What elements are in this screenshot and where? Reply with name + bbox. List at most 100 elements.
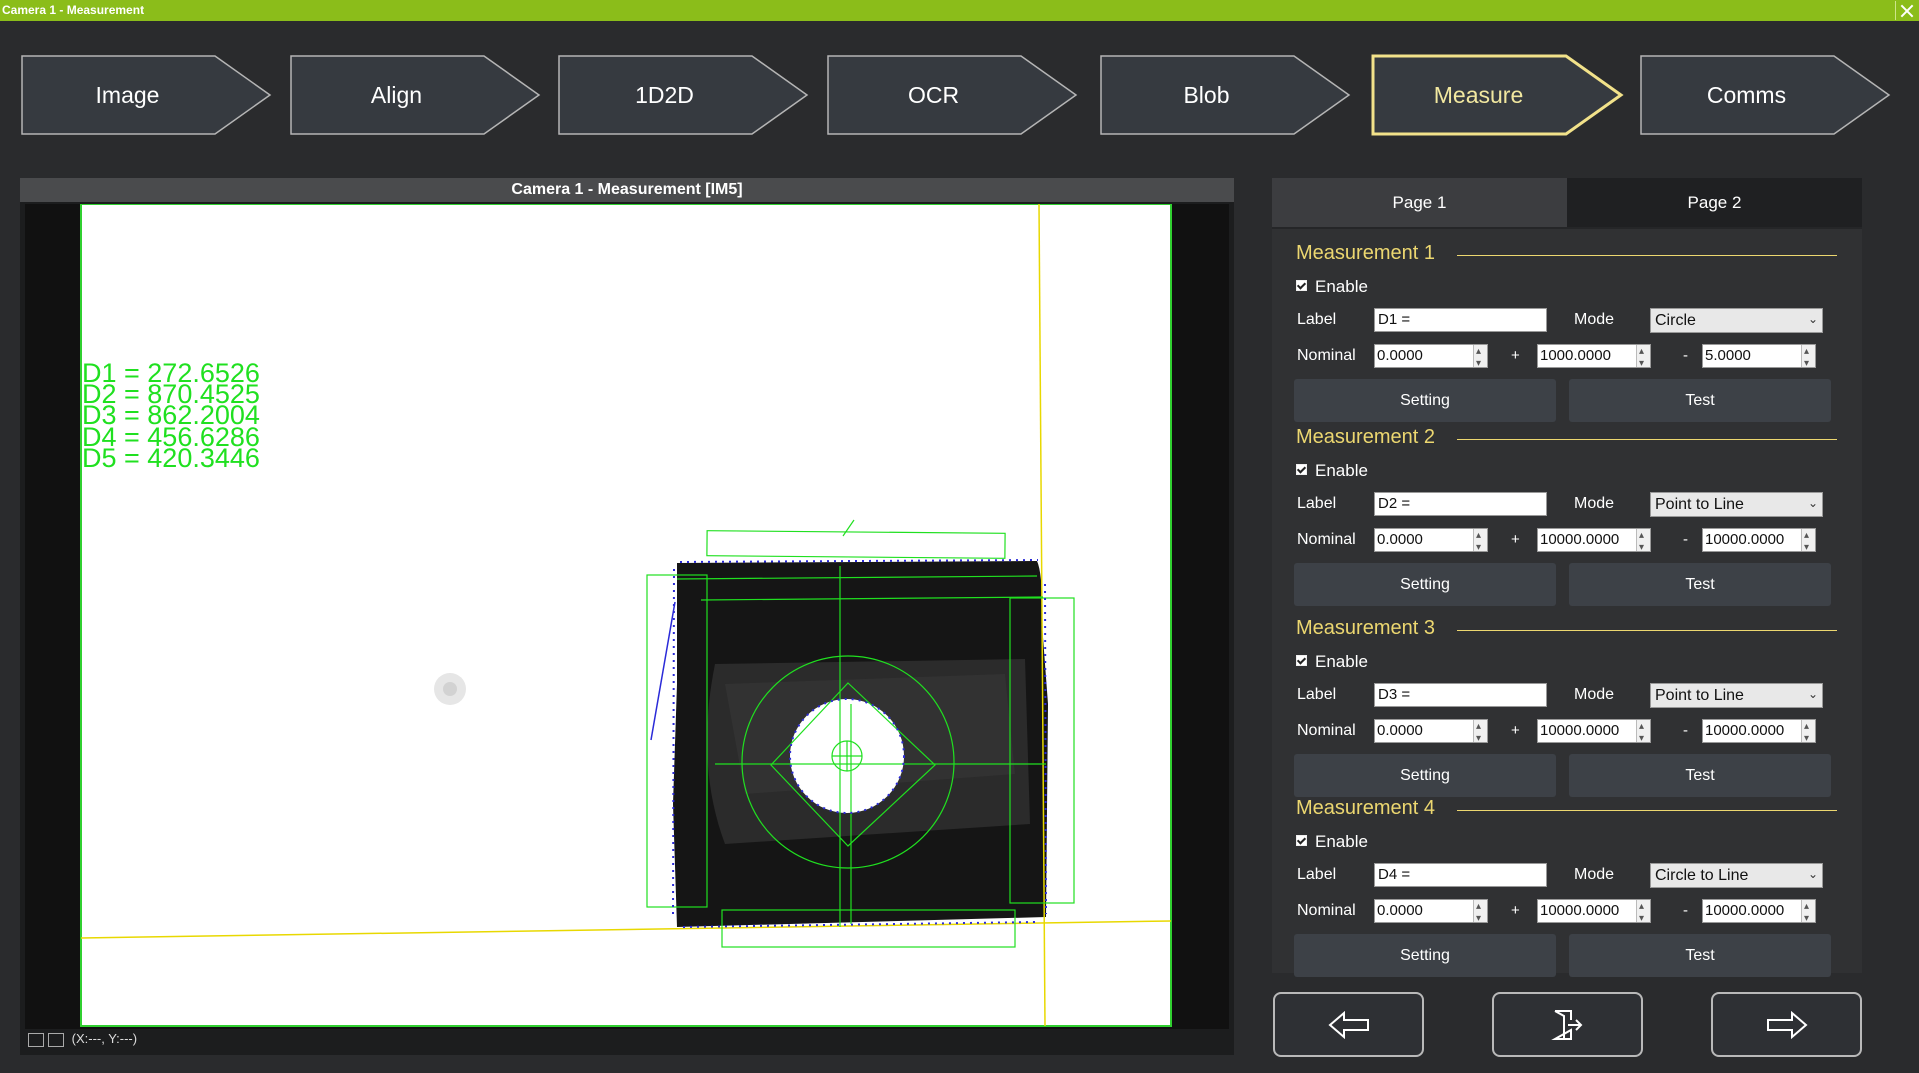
- viewer-statusbar: (X:---, Y:---): [28, 1031, 137, 1051]
- label-caption: Label: [1297, 686, 1337, 703]
- spinner-arrows-icon[interactable]: [1473, 342, 1487, 374]
- label-input[interactable]: D3 =: [1374, 683, 1547, 707]
- nominal-value: 0.0000: [1377, 531, 1423, 548]
- step-label: OCR: [907, 82, 960, 108]
- enable-label: Enable: [1315, 832, 1368, 851]
- mode-value: Point to Line: [1655, 496, 1744, 513]
- step-align[interactable]: Align: [289, 54, 542, 136]
- spinner-arrows-icon[interactable]: [1473, 717, 1487, 749]
- mode-value: Point to Line: [1655, 687, 1744, 704]
- section-heading: Measurement 3: [1296, 617, 1435, 639]
- spinner-arrows-icon[interactable]: [1636, 342, 1650, 374]
- nominal-value: 0.0000: [1377, 902, 1423, 919]
- spinner-arrows-icon[interactable]: [1801, 717, 1815, 749]
- measurement-section: Measurement 3 Enable Label D3 = Mode Point to…: [1272, 617, 1862, 797]
- previous-button[interactable]: [1273, 992, 1424, 1057]
- window-titlebar: Camera 1 - Measurement: [0, 0, 1919, 21]
- spinner-arrows-icon[interactable]: [1636, 717, 1650, 749]
- enable-checkbox[interactable]: Enable: [1296, 277, 1368, 297]
- test-button[interactable]: Test: [1569, 563, 1831, 606]
- section-divider: [1457, 630, 1837, 631]
- result-text: D1 = 272.6526 D2 = 870.4525 D3 = 862.200…: [82, 358, 260, 473]
- image-viewer: Camera 1 - Measurement [IM5] D1 = 272.65…: [20, 178, 1234, 1055]
- label-input[interactable]: D1 =: [1374, 308, 1547, 332]
- nominal-stepper[interactable]: 0.0000: [1374, 897, 1488, 929]
- image-icon[interactable]: [48, 1032, 64, 1047]
- label-input[interactable]: D2 =: [1374, 492, 1547, 516]
- step-blob[interactable]: Blob: [1099, 54, 1352, 136]
- window-title: Camera 1 - Measurement: [2, 3, 145, 17]
- measurement-list: Measurement 1 Enable Label D1 = Mode Circle ⌄ N…: [1272, 227, 1862, 977]
- plus-tolerance-stepper[interactable]: 10000.0000: [1537, 526, 1651, 558]
- minus-tolerance-stepper[interactable]: 10000.0000: [1702, 717, 1816, 749]
- plus-sign: +: [1511, 347, 1520, 364]
- test-button[interactable]: Test: [1569, 379, 1831, 422]
- minus-tolerance-value: 10000.0000: [1705, 722, 1785, 739]
- nominal-value: 0.0000: [1377, 347, 1423, 364]
- step-label: Blob: [1183, 82, 1230, 108]
- plus-sign: +: [1511, 902, 1520, 919]
- setting-button[interactable]: Setting: [1294, 934, 1556, 977]
- fit-view-icon[interactable]: [28, 1032, 44, 1047]
- nominal-caption: Nominal: [1297, 722, 1356, 739]
- test-button[interactable]: Test: [1569, 754, 1831, 797]
- step-measure[interactable]: Measure: [1371, 54, 1624, 136]
- checkbox-checked-icon: [1296, 280, 1307, 291]
- image-canvas[interactable]: D1 = 272.6526 D2 = 870.4525 D3 = 862.200…: [25, 204, 1229, 1029]
- minus-sign: -: [1683, 902, 1688, 919]
- spinner-arrows-icon[interactable]: [1801, 342, 1815, 374]
- tab-page-2[interactable]: Page 2: [1567, 178, 1862, 227]
- spinner-arrows-icon[interactable]: [1801, 897, 1815, 929]
- step-comms[interactable]: Comms: [1639, 54, 1892, 136]
- plus-tolerance-value: 10000.0000: [1540, 902, 1620, 919]
- plus-tolerance-value: 10000.0000: [1540, 531, 1620, 548]
- spinner-arrows-icon[interactable]: [1636, 897, 1650, 929]
- mode-value: Circle to Line: [1655, 867, 1749, 884]
- chevron-down-icon: ⌄: [1807, 867, 1818, 881]
- mode-select[interactable]: Point to Line ⌄: [1650, 492, 1823, 517]
- test-button[interactable]: Test: [1569, 934, 1831, 977]
- minus-tolerance-stepper[interactable]: 5.0000: [1702, 342, 1816, 374]
- label-caption: Label: [1297, 311, 1337, 328]
- checkbox-checked-icon: [1296, 464, 1307, 475]
- arrow-right-icon: [1766, 1010, 1808, 1039]
- spinner-arrows-icon[interactable]: [1636, 526, 1650, 558]
- plus-tolerance-stepper[interactable]: 10000.0000: [1537, 897, 1651, 929]
- section-divider: [1457, 255, 1837, 256]
- nominal-stepper[interactable]: 0.0000: [1374, 717, 1488, 749]
- plus-tolerance-stepper[interactable]: 10000.0000: [1537, 717, 1651, 749]
- exit-button[interactable]: [1492, 992, 1643, 1057]
- step-image[interactable]: Image: [20, 54, 273, 136]
- step-1d2d[interactable]: 1D2D: [557, 54, 810, 136]
- tab-page-1[interactable]: Page 1: [1272, 178, 1567, 227]
- minus-tolerance-stepper[interactable]: 10000.0000: [1702, 897, 1816, 929]
- setting-button[interactable]: Setting: [1294, 379, 1556, 422]
- minus-tolerance-value: 5.0000: [1705, 347, 1751, 364]
- arrow-left-icon: [1327, 1010, 1369, 1039]
- mode-select[interactable]: Point to Line ⌄: [1650, 683, 1823, 708]
- mode-select[interactable]: Circle ⌄: [1650, 308, 1823, 333]
- section-divider: [1457, 439, 1837, 440]
- spinner-arrows-icon[interactable]: [1473, 526, 1487, 558]
- plus-tolerance-stepper[interactable]: 1000.0000: [1537, 342, 1651, 374]
- spinner-arrows-icon[interactable]: [1801, 526, 1815, 558]
- enable-checkbox[interactable]: Enable: [1296, 461, 1368, 481]
- nominal-stepper[interactable]: 0.0000: [1374, 526, 1488, 558]
- checkbox-checked-icon: [1296, 655, 1307, 666]
- step-ocr[interactable]: OCR: [826, 54, 1079, 136]
- setting-button[interactable]: Setting: [1294, 754, 1556, 797]
- close-icon[interactable]: [1895, 1, 1917, 20]
- label-caption: Label: [1297, 866, 1337, 883]
- enable-label: Enable: [1315, 277, 1368, 296]
- minus-tolerance-stepper[interactable]: 10000.0000: [1702, 526, 1816, 558]
- mode-select[interactable]: Circle to Line ⌄: [1650, 863, 1823, 888]
- mode-caption: Mode: [1574, 311, 1615, 328]
- setting-button[interactable]: Setting: [1294, 563, 1556, 606]
- spinner-arrows-icon[interactable]: [1473, 897, 1487, 929]
- next-button[interactable]: [1711, 992, 1862, 1057]
- enable-checkbox[interactable]: Enable: [1296, 652, 1368, 672]
- enable-checkbox[interactable]: Enable: [1296, 832, 1368, 852]
- workflow-steps: Image Align 1D2D OCR Blob Measure Comms: [0, 50, 1919, 142]
- label-input[interactable]: D4 =: [1374, 863, 1547, 887]
- nominal-stepper[interactable]: 0.0000: [1374, 342, 1488, 374]
